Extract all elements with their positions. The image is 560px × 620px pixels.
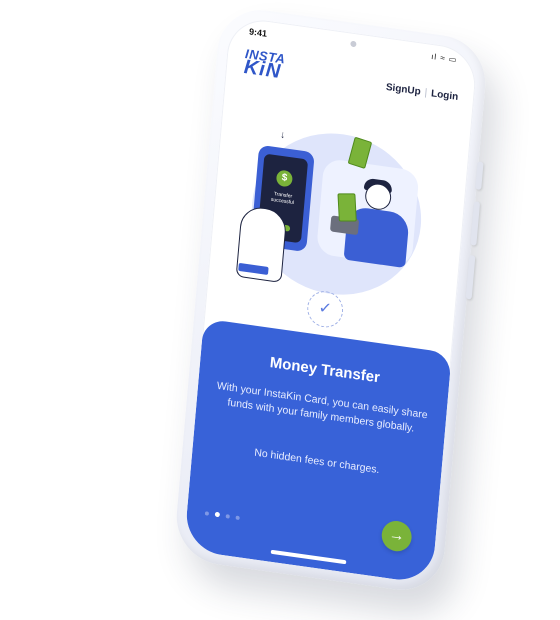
arrow-right-icon: → [388,526,406,546]
phone-device: 9:41 ıl ≈ ▭ INSTA KiN SignUp | Login ↓ $ T… [172,4,490,596]
volume-down-button [465,254,476,300]
signup-link[interactable]: SignUp [385,82,421,98]
home-indicator[interactable] [270,549,347,565]
money-transfer-illustration: ↓ $ Transfer successful ✓ [205,91,472,345]
auth-links: SignUp | Login [385,82,458,103]
logo-bottom-text: KiN [243,56,283,84]
page-dot[interactable] [204,511,210,516]
page-indicator [204,502,246,521]
checkmark-icon: ✓ [305,288,345,330]
next-button[interactable]: → [380,519,413,554]
dollar-coin-icon: $ [275,169,294,188]
page-dot-active[interactable] [214,511,221,518]
side-button [475,161,484,191]
onboarding-card: Money Transfer With your InstaKin Card, … [183,318,452,585]
auth-separator: | [424,87,428,99]
page-dot[interactable] [225,514,230,519]
arrow-down-icon: ↓ [279,129,286,142]
login-link[interactable]: Login [431,88,459,103]
phone-screen: 9:41 ıl ≈ ▭ INSTA KiN SignUp | Login ↓ $ T… [183,15,479,585]
instakin-logo: INSTA KiN [243,46,286,84]
page-dot[interactable] [235,515,240,521]
banknote-icon [337,193,357,222]
status-icons: ıl ≈ ▭ [430,51,458,65]
onboarding-note: No hidden fees or charges. [253,446,380,477]
mini-phone-text: Transfer successful [270,191,295,207]
status-time: 9:41 [248,26,268,39]
volume-up-button [470,201,481,246]
